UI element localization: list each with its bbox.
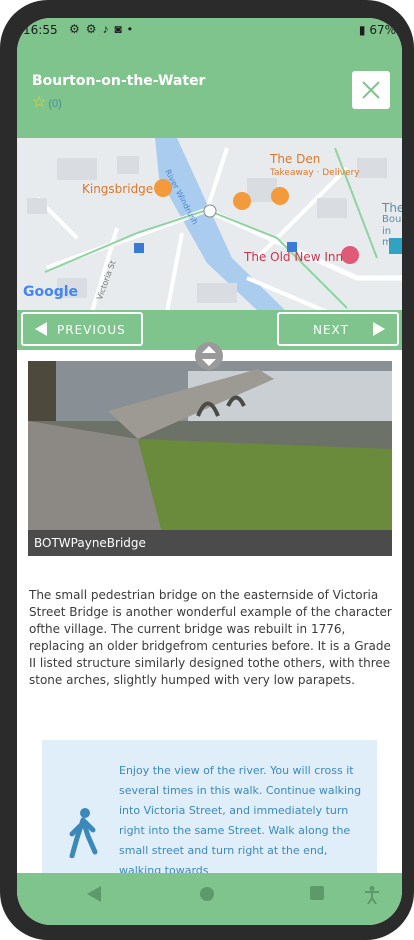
map-label-partial-3: in m — [382, 226, 392, 248]
star-icon: ☆ — [32, 94, 47, 111]
map-view[interactable]: Kingsbridge The Den Takeaway · Delivery … — [17, 138, 402, 312]
phone-frame: 16:55 ⚙⚙♪◙• ▮ 67% Bourton-on-the-Water ☆… — [0, 0, 414, 940]
caption-text: BOTWPayneBridge — [34, 536, 146, 550]
triangle-right-icon — [373, 322, 385, 336]
walking-person-icon — [69, 808, 98, 858]
previous-button[interactable]: PREVIOUS — [21, 312, 143, 346]
battery-level: ▮ 67% — [358, 23, 396, 37]
directions-text: Enjoy the view of the river. You will cr… — [119, 764, 362, 877]
description-text: The small pedestrian bridge on the easte… — [29, 588, 392, 687]
map-label-old-new-inn: The Old New Inn — [244, 250, 344, 264]
photo-caption: BOTWPayneBridge — [28, 530, 392, 556]
up-down-arrows-icon — [202, 346, 216, 366]
resize-handle[interactable] — [195, 342, 223, 370]
close-button[interactable] — [352, 71, 390, 109]
recents-icon[interactable] — [310, 886, 324, 900]
status-bar: 16:55 ⚙⚙♪◙• ▮ 67% — [17, 18, 402, 44]
screen: 16:55 ⚙⚙♪◙• ▮ 67% Bourton-on-the-Water ☆… — [17, 18, 402, 925]
rating-count: (0) — [48, 98, 62, 110]
close-icon — [362, 81, 380, 99]
next-label: NEXT — [313, 323, 349, 337]
status-icons: ⚙⚙♪◙• — [69, 22, 138, 36]
location-photo — [28, 361, 392, 556]
back-icon[interactable] — [87, 886, 101, 902]
page-title: Bourton-on-the-Water — [32, 73, 206, 89]
triangle-left-icon — [35, 322, 47, 336]
status-time: 16:55 — [23, 23, 58, 37]
map-label-the-den-sub: Takeaway · Delivery — [270, 168, 360, 178]
home-icon[interactable] — [199, 886, 215, 902]
app-header: Bourton-on-the-Water ☆ (0) — [17, 44, 402, 138]
google-logo: Google — [23, 284, 79, 300]
next-button[interactable]: NEXT — [277, 312, 399, 346]
map-label-partial-1: The — [382, 201, 402, 215]
bridge-image — [28, 361, 392, 556]
map-label-kingsbridge: Kingsbridge — [82, 182, 154, 196]
rating[interactable]: ☆ (0) — [32, 92, 62, 112]
previous-label: PREVIOUS — [57, 323, 126, 337]
system-nav-bar — [17, 873, 402, 925]
accessibility-icon[interactable] — [365, 886, 379, 904]
map-label-partial-2: Bour — [382, 214, 402, 225]
map-label-the-den: The Den — [270, 152, 321, 166]
